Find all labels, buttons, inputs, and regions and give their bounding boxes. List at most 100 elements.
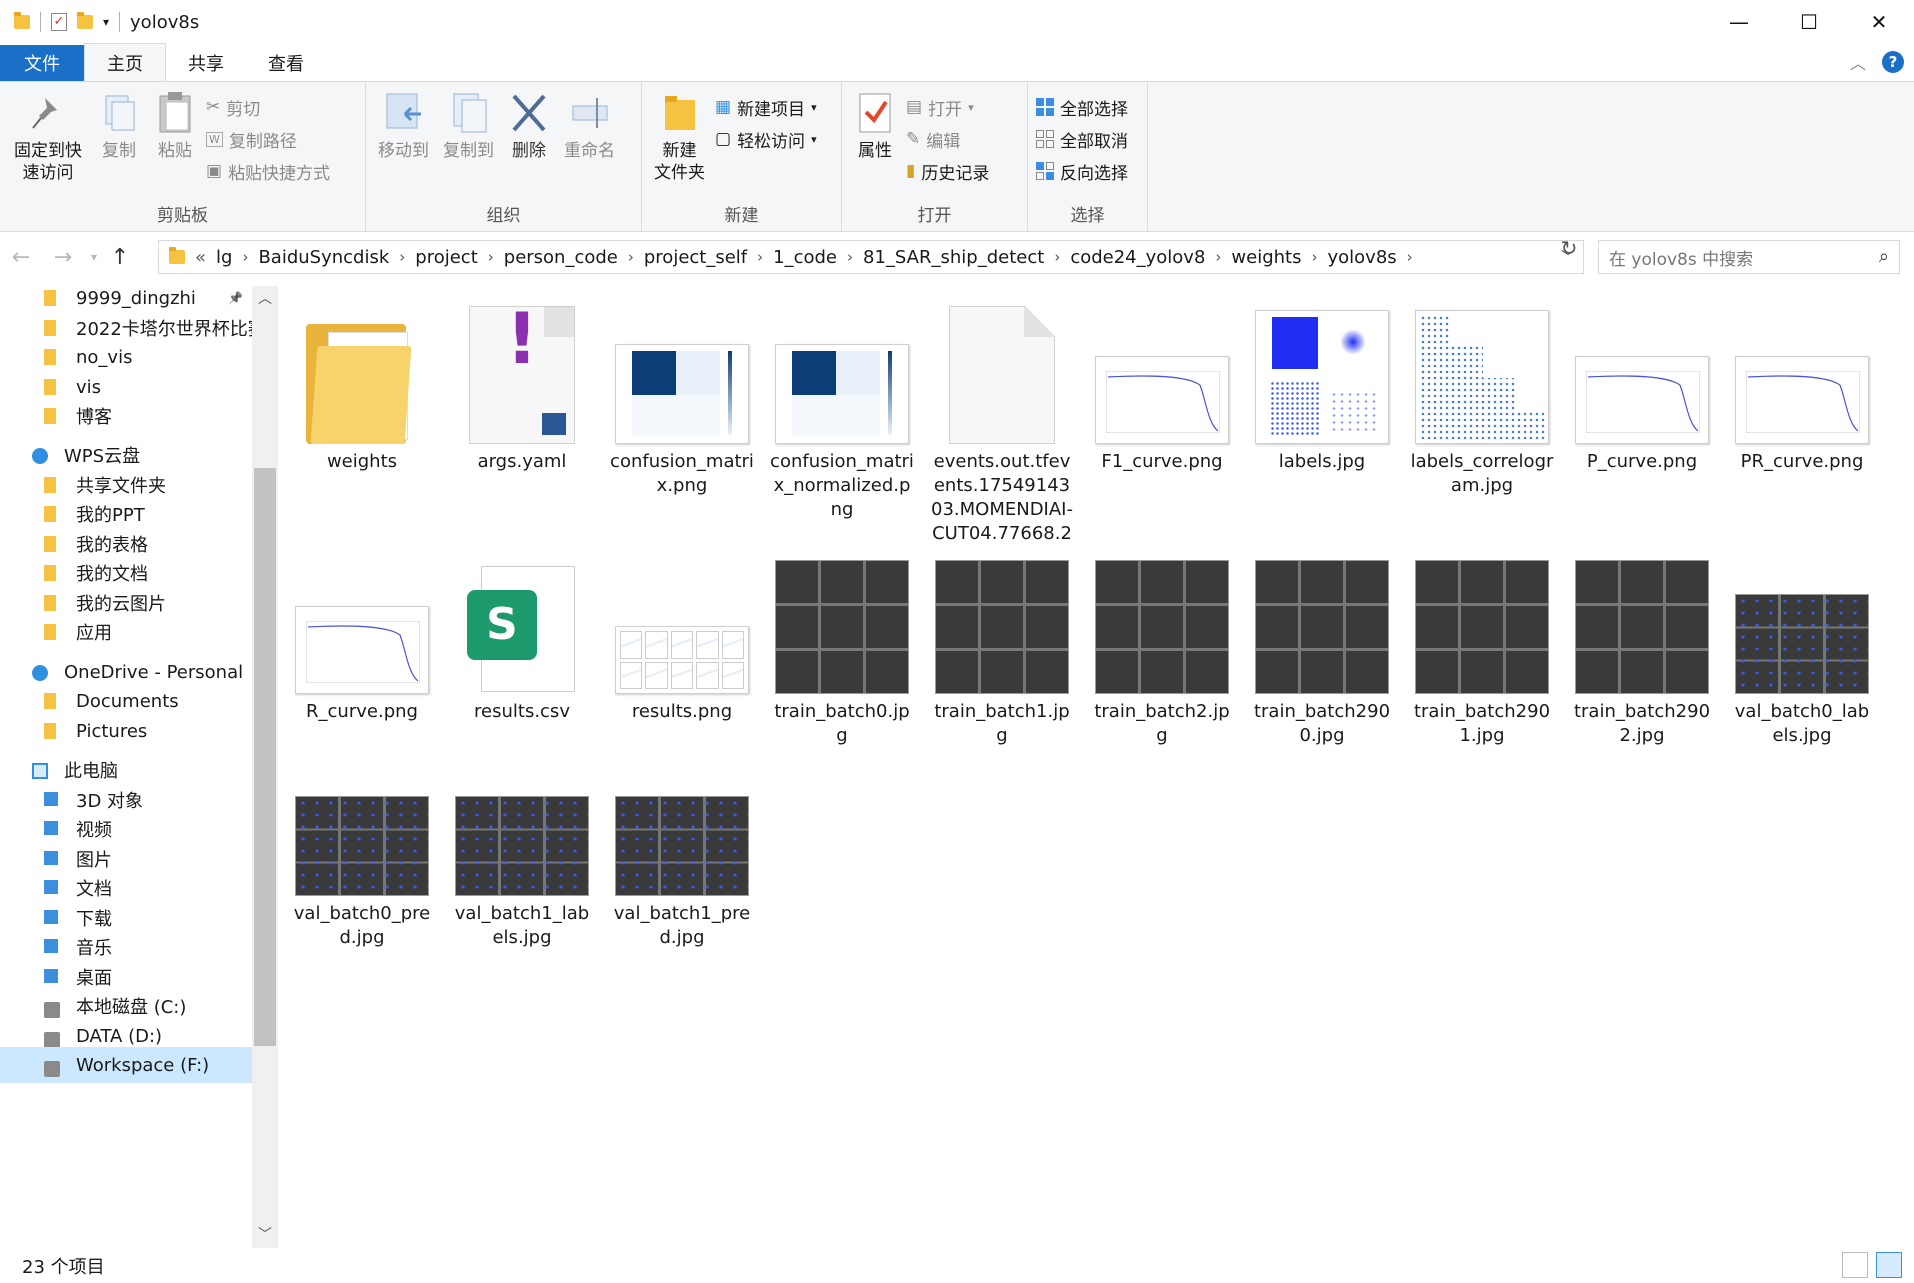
help-icon[interactable]: ? bbox=[1882, 51, 1904, 73]
clipboard-group-label: 剪贴板 bbox=[157, 206, 208, 226]
breadcrumb-item[interactable]: project_self bbox=[640, 247, 751, 268]
customize-quick-access-icon[interactable]: ▾ bbox=[103, 15, 109, 29]
tab-home[interactable]: 主页 bbox=[84, 43, 166, 81]
breadcrumb-item[interactable]: 81_SAR_ship_detect bbox=[859, 247, 1048, 268]
sidebar-item[interactable]: Workspace (F:) bbox=[0, 1047, 252, 1083]
file-item[interactable]: labels_correlogram.jpg bbox=[1404, 296, 1560, 498]
new-folder-icon[interactable] bbox=[77, 12, 93, 29]
file-item[interactable]: R_curve.png bbox=[284, 546, 440, 724]
file-item[interactable]: results.png bbox=[604, 546, 760, 724]
file-item[interactable]: PR_curve.png bbox=[1724, 296, 1880, 474]
chevron-right-icon[interactable]: › bbox=[751, 248, 769, 266]
breadcrumb-overflow[interactable]: « bbox=[195, 247, 212, 268]
select-all-button[interactable]: 全部选择 bbox=[1036, 94, 1128, 120]
invert-selection-icon bbox=[1036, 162, 1054, 180]
breadcrumb-item[interactable]: weights bbox=[1227, 247, 1305, 268]
tab-share[interactable]: 共享 bbox=[166, 45, 246, 81]
invert-selection-button[interactable]: 反向选择 bbox=[1036, 158, 1128, 184]
file-item[interactable]: labels.jpg bbox=[1244, 296, 1400, 474]
collapse-ribbon-icon[interactable]: ︿ bbox=[1850, 50, 1866, 74]
easy-access-button[interactable]: ▢ 轻松访问 ▾ bbox=[715, 126, 817, 152]
shared-folder-icon bbox=[44, 477, 56, 493]
folder-icon bbox=[169, 247, 185, 264]
search-input[interactable]: 在 yolov8s 中搜索 ⌕ bbox=[1598, 240, 1900, 274]
chevron-right-icon[interactable]: › bbox=[482, 248, 500, 266]
file-item[interactable]: val_batch1_labels.jpg bbox=[444, 748, 600, 950]
file-item[interactable]: train_batch2901.jpg bbox=[1404, 546, 1560, 748]
chevron-right-icon[interactable]: › bbox=[393, 248, 411, 266]
file-item[interactable]: val_batch0_labels.jpg bbox=[1724, 546, 1880, 748]
pin-icon[interactable]: 📌 bbox=[228, 291, 243, 305]
paste-shortcut-button[interactable]: ▣ 粘贴快捷方式 bbox=[206, 158, 330, 184]
file-item[interactable]: events.out.tfevents.1754914303.MOMENDIAI… bbox=[924, 296, 1080, 546]
history-button[interactable]: ▮ 历史记录 bbox=[906, 158, 989, 184]
address-bar[interactable]: « lg › BaiduSyncdisk › project › person_code › p… bbox=[158, 240, 1584, 274]
move-to-label: 移动到 bbox=[378, 141, 429, 161]
forward-arrow-icon[interactable]: → bbox=[42, 245, 84, 270]
file-item[interactable]: train_batch2.jpg bbox=[1084, 546, 1240, 748]
chevron-right-icon[interactable]: › bbox=[622, 248, 640, 266]
sidebar-item[interactable]: 应用 bbox=[0, 614, 252, 650]
file-item[interactable]: confusion_matrix.png bbox=[604, 296, 760, 498]
select-none-icon bbox=[1036, 130, 1054, 148]
chevron-right-icon[interactable]: › bbox=[1401, 248, 1419, 266]
chevron-right-icon[interactable]: › bbox=[236, 248, 254, 266]
select-none-button[interactable]: 全部取消 bbox=[1036, 126, 1128, 152]
properties-check-icon[interactable]: ✓ bbox=[51, 13, 67, 31]
breadcrumb-item[interactable]: 1_code bbox=[769, 247, 841, 268]
maximize-button[interactable]: ☐ bbox=[1774, 0, 1844, 44]
copy-path-button[interactable]: W 复制路径 bbox=[206, 126, 330, 152]
details-view-button[interactable] bbox=[1842, 1252, 1868, 1278]
open-button[interactable]: ▤ 打开 ▾ bbox=[906, 94, 989, 120]
file-item[interactable]: train_batch0.jpg bbox=[764, 546, 920, 748]
scroll-down-icon[interactable]: ﹀ bbox=[252, 1224, 278, 1244]
back-arrow-icon[interactable]: ← bbox=[0, 245, 42, 270]
breadcrumb-item[interactable]: yolov8s bbox=[1324, 247, 1401, 268]
new-item-label: 新建项目 bbox=[737, 99, 806, 120]
file-item[interactable]: train_batch2902.jpg bbox=[1564, 546, 1720, 748]
folder-icon[interactable] bbox=[14, 12, 30, 29]
file-item[interactable]: F1_curve.png bbox=[1084, 296, 1240, 474]
chevron-right-icon[interactable]: › bbox=[841, 248, 859, 266]
file-item[interactable]: train_batch2900.jpg bbox=[1244, 546, 1400, 748]
sidebar-item-label: Documents bbox=[76, 690, 179, 712]
new-item-button[interactable]: ▦ 新建项目 ▾ bbox=[715, 94, 817, 120]
cut-button[interactable]: ✂ 剪切 bbox=[206, 94, 330, 120]
file-item[interactable]: val_batch0_pred.jpg bbox=[284, 748, 440, 950]
tab-view[interactable]: 查看 bbox=[246, 45, 326, 81]
file-item[interactable]: confusion_matrix_normalized.png bbox=[764, 296, 920, 522]
search-icon[interactable]: ⌕ bbox=[1879, 246, 1889, 267]
file-item[interactable]: ! args.yaml bbox=[444, 296, 600, 474]
edit-button[interactable]: ✎ 编辑 bbox=[906, 126, 989, 152]
file-item[interactable]: train_batch1.jpg bbox=[924, 546, 1080, 748]
file-item[interactable]: Sresults.csv bbox=[444, 546, 600, 724]
breadcrumb-item[interactable]: BaiduSyncdisk bbox=[254, 247, 393, 268]
file-item[interactable]: val_batch1_pred.jpg bbox=[604, 748, 760, 950]
breadcrumb-item[interactable]: code24_yolov8 bbox=[1066, 247, 1209, 268]
breadcrumb-item[interactable]: person_code bbox=[500, 247, 622, 268]
large-icons-view-button[interactable] bbox=[1876, 1252, 1902, 1278]
file-item[interactable]: P_curve.png bbox=[1564, 296, 1720, 474]
chevron-right-icon[interactable]: › bbox=[1209, 248, 1227, 266]
folder-item[interactable]: weights bbox=[284, 296, 440, 474]
navigation-pane-scrollbar[interactable]: ︿ ﹀ bbox=[252, 286, 278, 1248]
chevron-right-icon[interactable]: › bbox=[1048, 248, 1066, 266]
sidebar-item[interactable]: Pictures bbox=[0, 713, 252, 749]
refresh-icon[interactable]: ↻ bbox=[1556, 236, 1582, 260]
sidebar-item-label: 我的PPT bbox=[76, 505, 145, 526]
close-button[interactable]: ✕ bbox=[1844, 0, 1914, 44]
rename-label: 重命名 bbox=[564, 141, 615, 161]
up-arrow-icon[interactable]: ↑ bbox=[104, 245, 136, 270]
scrollbar-thumb[interactable] bbox=[254, 468, 276, 1046]
chevron-right-icon[interactable]: › bbox=[1306, 248, 1324, 266]
sidebar-item-label: DATA (D:) bbox=[76, 1025, 163, 1047]
breadcrumb-item[interactable]: project bbox=[411, 247, 481, 268]
minimize-button[interactable]: — bbox=[1704, 0, 1774, 44]
scroll-up-icon[interactable]: ︿ bbox=[252, 288, 278, 308]
breadcrumb-item[interactable]: lg bbox=[212, 247, 236, 268]
sidebar-item[interactable]: 博客 bbox=[0, 398, 252, 434]
recent-locations-icon[interactable]: ▾ bbox=[84, 250, 104, 264]
tab-file[interactable]: 文件 bbox=[0, 45, 84, 81]
file-name: labels_correlogram.jpg bbox=[1410, 451, 1554, 496]
drive-icon bbox=[44, 1002, 60, 1018]
